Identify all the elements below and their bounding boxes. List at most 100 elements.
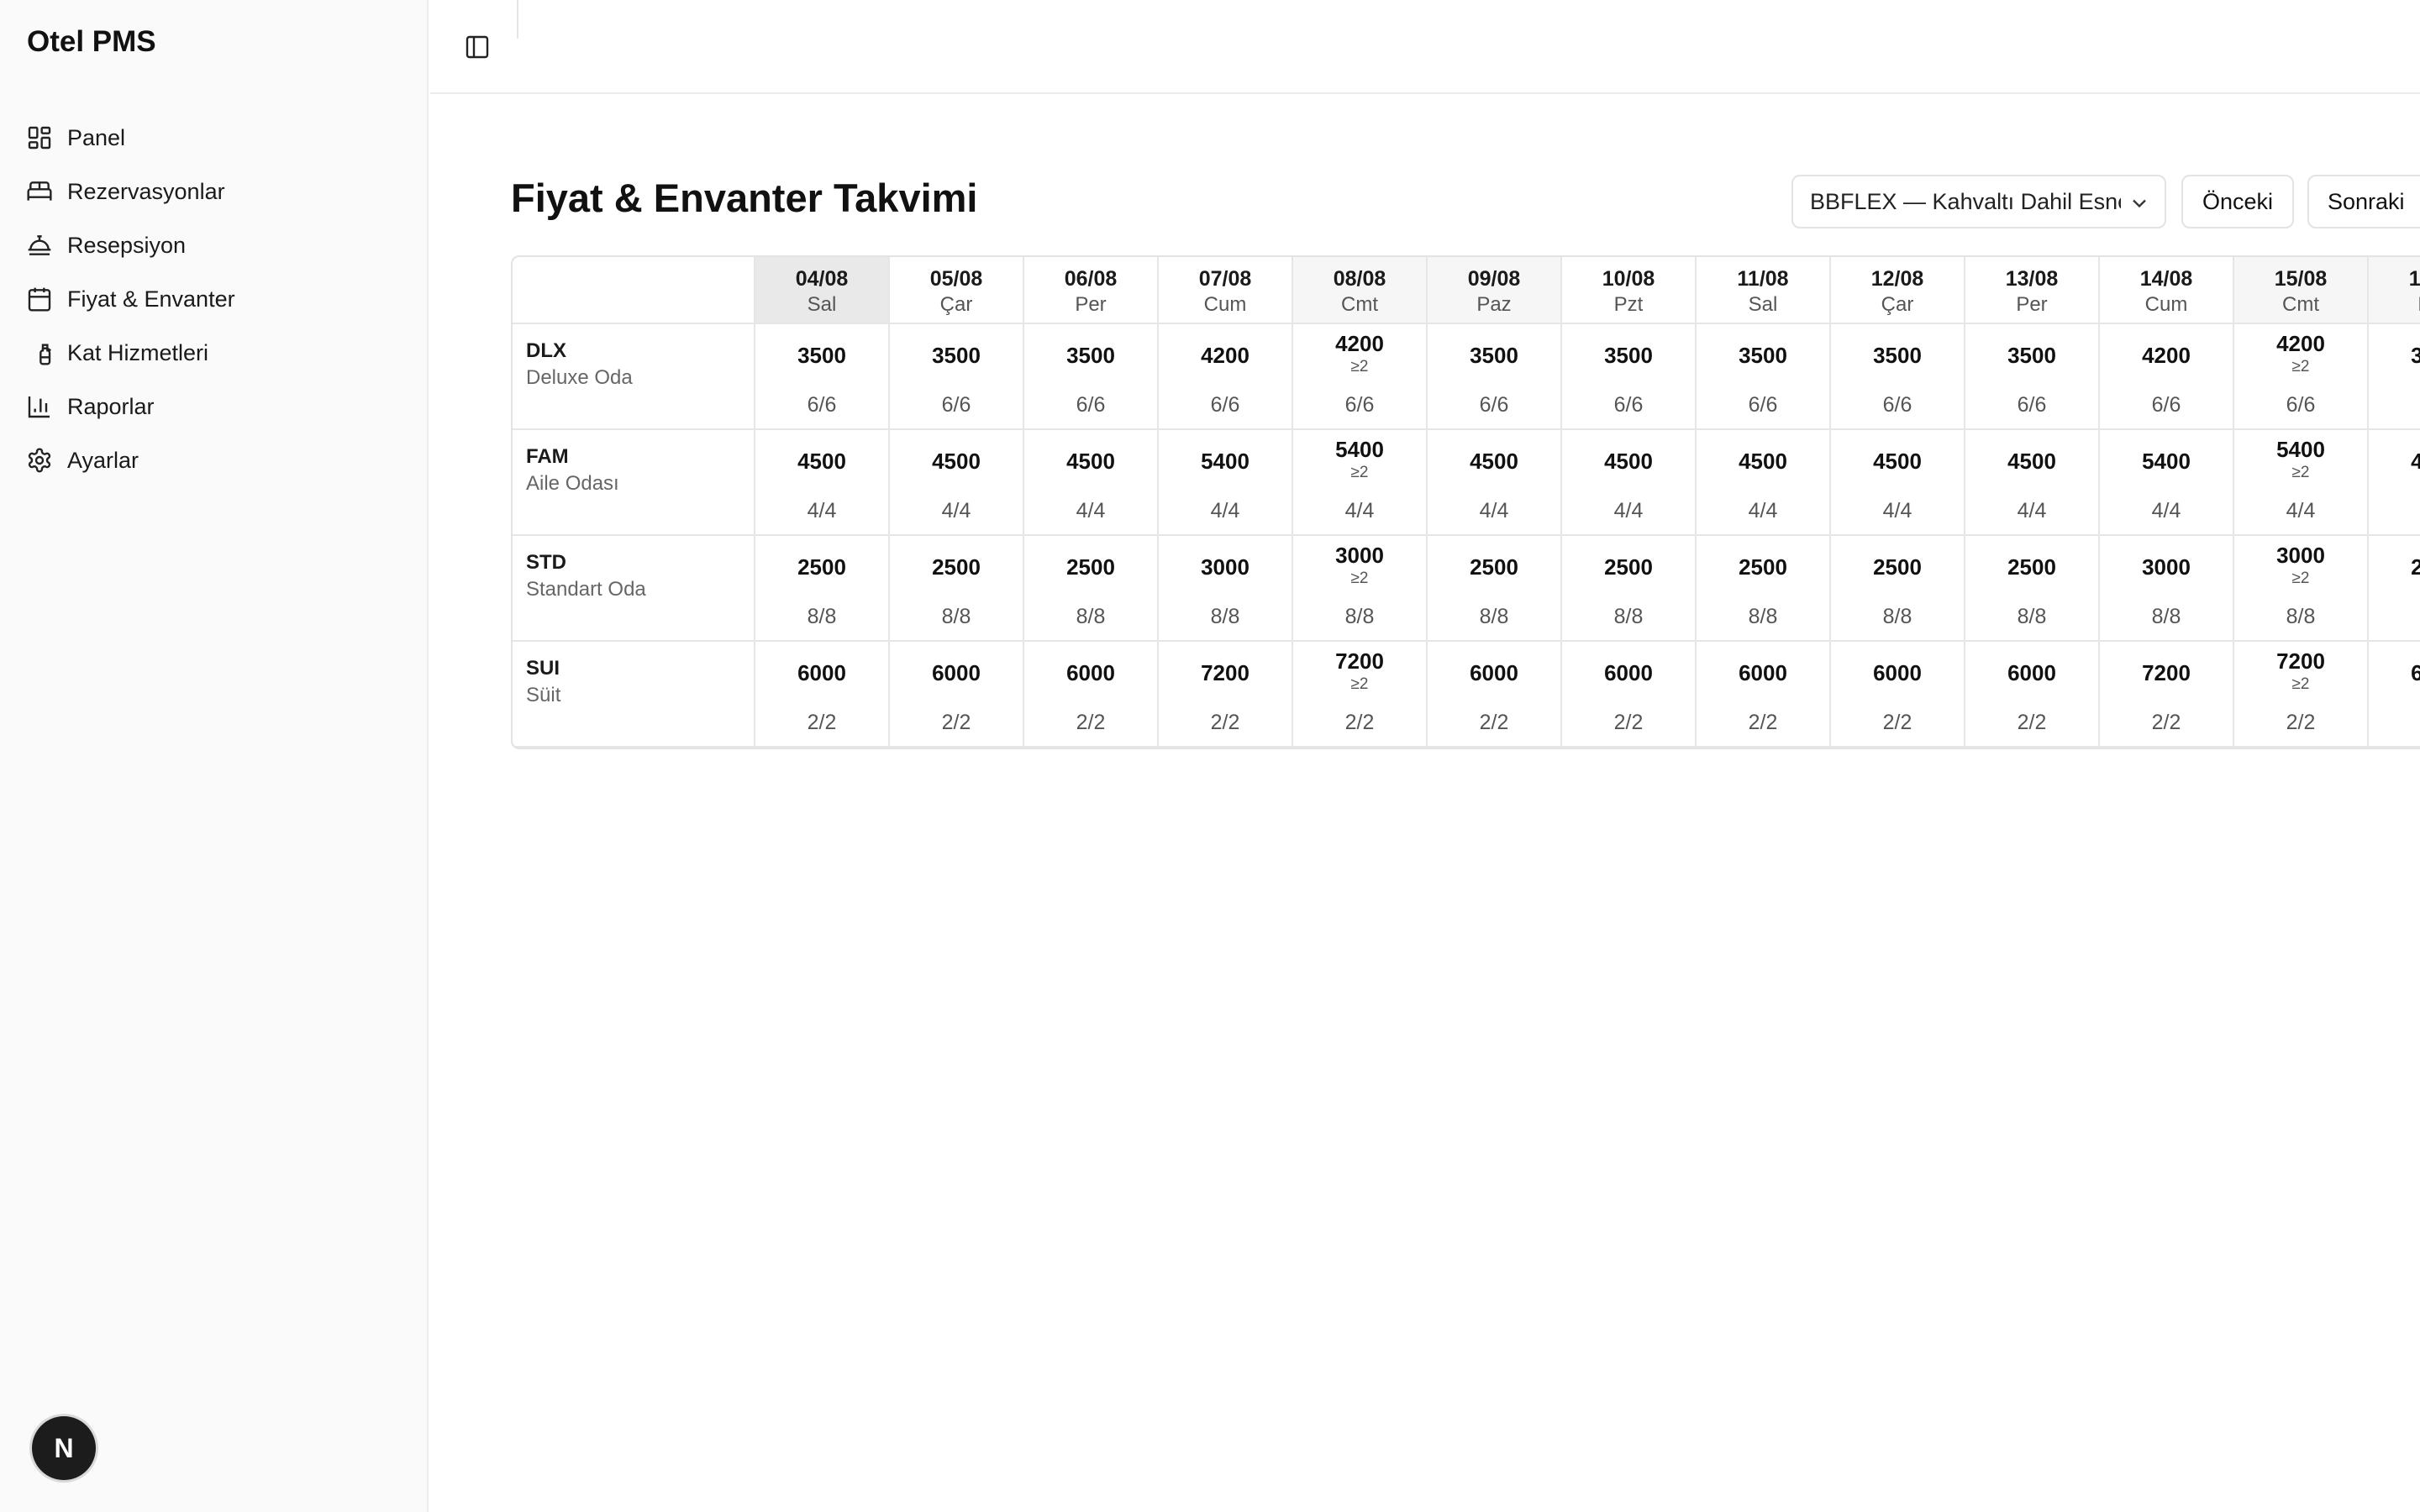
sidebar-item-label: Raporlar: [67, 393, 155, 419]
weekday-label: Çar: [1881, 293, 1914, 316]
price-value: 4200: [2276, 331, 2325, 356]
sidebar-item-ayarlar[interactable]: Ayarlar: [25, 433, 403, 487]
rate-cell[interactable]: 4200 ≥2 6/6: [2234, 324, 2369, 430]
rate-cell[interactable]: 3000 ≥2 8/8: [2234, 536, 2369, 642]
rate-cell[interactable]: 6000 2/2: [1024, 642, 1159, 748]
availability-value: 6/6: [1076, 393, 1106, 417]
rate-cell[interactable]: 5400 ≥2 4/4: [2234, 430, 2369, 536]
rate-cell[interactable]: 3500 6/6: [1428, 324, 1562, 430]
rate-cell[interactable]: 4500 4/4: [890, 430, 1024, 536]
rate-cell[interactable]: 5400 ≥2 4/4: [1293, 430, 1428, 536]
rate-cell[interactable]: 6000 2/2: [1562, 642, 1697, 748]
price-value: 3000: [2276, 543, 2325, 568]
rate-cell[interactable]: 4500 4/4: [1562, 430, 1697, 536]
rate-cell[interactable]: 6000 2/2: [1965, 642, 2100, 748]
avatar[interactable]: N: [32, 1416, 96, 1480]
sidebar-item-resepsiyon[interactable]: Resepsiyon: [25, 218, 403, 272]
rate-cell[interactable]: 6000 2/2: [1831, 642, 1965, 748]
price-value: 4500: [1604, 449, 1653, 474]
price-value: 3500: [932, 343, 981, 368]
availability-value: 4/4: [1882, 499, 1912, 522]
rate-cell[interactable]: 6000 2/2: [1428, 642, 1562, 748]
rate-cell[interactable]: 7200 ≥2 2/2: [1293, 642, 1428, 748]
sidebar-item-raporlar[interactable]: Raporlar: [25, 380, 403, 433]
availability-value: 8/8: [1479, 605, 1509, 628]
rate-cell[interactable]: 3000 8/8: [1159, 536, 1293, 642]
weekday-label: Paz: [2369, 293, 2420, 317]
min-stay-value: ≥2: [2291, 570, 2310, 587]
rate-cell[interactable]: 5400 4/4: [2100, 430, 2234, 536]
availability-value: 6/6: [807, 393, 837, 417]
price-value: 5400: [1335, 437, 1384, 462]
rate-cell[interactable]: 3500 6/6: [890, 324, 1024, 430]
rate-cell[interactable]: 7200 2/2: [2100, 642, 2234, 748]
sidebar-item-panel[interactable]: Panel: [25, 111, 403, 165]
sidebar-item-kat-hizmetleri[interactable]: Kat Hizmetleri: [25, 326, 403, 380]
availability-value: 4/4: [1479, 499, 1509, 522]
date-header: 07/08 Cum: [1159, 257, 1293, 324]
rate-cell[interactable]: 6000 2/2: [1697, 642, 1831, 748]
rate-cell[interactable]: 2500 8/8: [2369, 536, 2420, 642]
rate-cell[interactable]: 3500 6/6: [1831, 324, 1965, 430]
rate-cell[interactable]: 2500 8/8: [1831, 536, 1965, 642]
availability-value: 8/8: [941, 605, 971, 628]
rate-cell[interactable]: 2500 8/8: [1024, 536, 1159, 642]
sidebar-item-rezervasyonlar[interactable]: Rezervasyonlar: [25, 165, 403, 218]
rate-plan-select[interactable]: BBFLEX — Kahvaltı Dahil Esnek: [1791, 175, 2166, 228]
rate-cell[interactable]: 2500 8/8: [1965, 536, 2100, 642]
rate-cell[interactable]: 4500 4/4: [1965, 430, 2100, 536]
date-header: 14/08 Cum: [2100, 257, 2234, 324]
date-label: 09/08: [1467, 267, 1521, 291]
rate-cell[interactable]: 6000 2/2: [755, 642, 890, 748]
sidebar-item-label: Panel: [67, 124, 126, 150]
price-value: 3500: [1470, 343, 1518, 368]
availability-value: 2/2: [807, 711, 837, 734]
rate-cell[interactable]: 4500 4/4: [1697, 430, 1831, 536]
rate-cell[interactable]: 4500 4/4: [1831, 430, 1965, 536]
availability-value: 2/2: [1748, 711, 1778, 734]
rate-cell[interactable]: 6000 2/2: [890, 642, 1024, 748]
price-value: 6000: [2007, 660, 2056, 685]
rate-cell[interactable]: 3000 ≥2 8/8: [1293, 536, 1428, 642]
rate-cell[interactable]: 4200 6/6: [2100, 324, 2234, 430]
price-value: 3000: [1201, 554, 1249, 580]
rate-cell[interactable]: 6000 2/2: [2369, 642, 2420, 748]
rate-cell[interactable]: 4200 ≥2 6/6: [1293, 324, 1428, 430]
date-label: 08/08: [1333, 267, 1386, 291]
rate-cell[interactable]: 2500 8/8: [890, 536, 1024, 642]
previous-button[interactable]: Önceki: [2181, 175, 2294, 228]
availability-value: 2/2: [2286, 711, 2316, 734]
rate-cell[interactable]: 2500 8/8: [1562, 536, 1697, 642]
availability-value: 4/4: [1613, 499, 1644, 522]
rate-cell[interactable]: 2500 8/8: [755, 536, 890, 642]
rate-cell[interactable]: 4500 4/4: [2369, 430, 2420, 536]
sidebar-toggle-icon[interactable]: [464, 34, 491, 60]
next-button[interactable]: Sonraki: [2307, 175, 2420, 228]
price-value: 2500: [1066, 554, 1115, 580]
rate-cell[interactable]: 3000 8/8: [2100, 536, 2234, 642]
rate-cell[interactable]: 3500 6/6: [1562, 324, 1697, 430]
rate-cell[interactable]: 4200 6/6: [1159, 324, 1293, 430]
price-value: 4500: [1873, 449, 1922, 474]
room-type-header: SUI Süit: [513, 642, 755, 748]
price-value: 6000: [1066, 660, 1115, 685]
rate-cell[interactable]: 7200 2/2: [1159, 642, 1293, 748]
rate-cell[interactable]: 5400 4/4: [1159, 430, 1293, 536]
rate-cell[interactable]: 3500 6/6: [1965, 324, 2100, 430]
rate-cell[interactable]: 4500 4/4: [1024, 430, 1159, 536]
rate-cell[interactable]: 4500 4/4: [755, 430, 890, 536]
rate-cell[interactable]: 2500 8/8: [1428, 536, 1562, 642]
rate-plan-value: BBFLEX — Kahvaltı Dahil Esnek: [1810, 188, 2121, 214]
availability-value: 4/4: [1344, 499, 1375, 522]
rate-cell[interactable]: 3500 6/6: [1024, 324, 1159, 430]
sidebar-item-fiyat-envanter[interactable]: Fiyat & Envanter: [25, 272, 403, 326]
sidebar: Otel PMS Panel Rezervasyonlar Resepsiyon…: [0, 0, 429, 1512]
rate-cell[interactable]: 3500 6/6: [755, 324, 890, 430]
rate-cell[interactable]: 3500 6/6: [1697, 324, 1831, 430]
page-title: Fiyat & Envanter Takvimi: [511, 176, 978, 220]
rate-cell[interactable]: 4500 4/4: [1428, 430, 1562, 536]
rate-cell[interactable]: 7200 ≥2 2/2: [2234, 642, 2369, 748]
rate-cell[interactable]: 2500 8/8: [1697, 536, 1831, 642]
rate-cell[interactable]: 3500 6/6: [2369, 324, 2420, 430]
availability-value: 4/4: [2151, 499, 2181, 522]
